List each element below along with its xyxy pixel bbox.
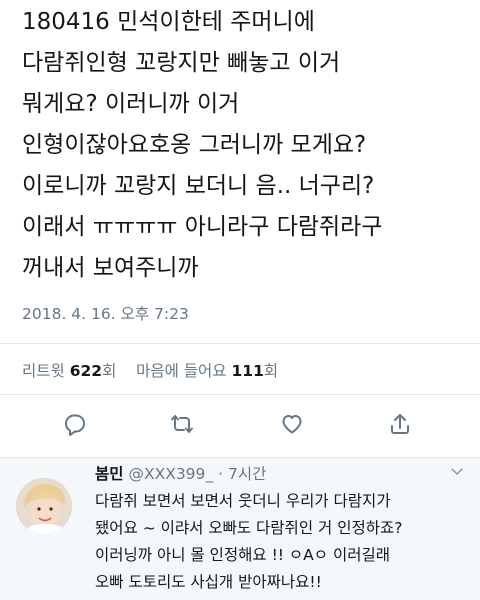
divider	[0, 394, 480, 395]
tweet-timestamp[interactable]: 2018. 4. 16. 오후 7:23	[22, 302, 189, 324]
avatar[interactable]	[16, 478, 72, 534]
like-stat[interactable]: 마음에 들어요 111회	[136, 362, 278, 380]
tweet-stats: 리트윗 622회 마음에 들어요 111회	[22, 359, 278, 381]
retweet-stat[interactable]: 리트윗 622회	[22, 362, 121, 380]
reply-line: 다람쥐 보면서 보면서 웃더니 우리가 다람지가	[95, 492, 391, 510]
tweet-line: 인형이잖아요호옹 그러니까 모게요?	[22, 132, 367, 158]
tweet-text: 180416 민석이한테 주머니에 다람쥐인형 꼬랑지만 빼놓고 이거 뭐게요?…	[22, 2, 472, 289]
heart-icon	[280, 412, 304, 440]
tweet-line: 180416 민석이한테 주머니에	[22, 9, 315, 35]
like-count: 111	[231, 362, 264, 380]
tweet-line: 뭐게요? 이러니까 이거	[22, 91, 240, 117]
like-button[interactable]	[272, 408, 312, 444]
reply-text: 다람쥐 보면서 보면서 웃더니 우리가 다람지가 됐어요 ~ 이랴서 오빠도 다…	[95, 488, 470, 596]
reply-header: 봄민 @XXX399_ · 7시간	[95, 462, 266, 484]
tweet-line: 이래서 ㅠㅠㅠㅠ 아니라구 다람쥐라구	[22, 214, 383, 240]
reply-time: · 7시간	[218, 465, 267, 483]
more-options-button[interactable]	[448, 462, 470, 482]
retweet-count: 622	[69, 362, 103, 380]
reply-author-name[interactable]: 봄민	[95, 465, 124, 483]
reply-icon	[63, 412, 87, 440]
reply-author-handle[interactable]: @XXX399_	[128, 465, 213, 483]
reply-line: 오빠 도토리도 사십개 받아짜나요!!	[95, 573, 322, 591]
retweet-label: 리트윗	[22, 362, 65, 380]
retweet-unit: 회	[102, 362, 117, 380]
reply-line: 이러닝까 아니 몰 인정해요 !! ㅇAㅇ 이러길래	[95, 546, 391, 564]
share-button[interactable]	[380, 408, 420, 444]
reply-button[interactable]	[55, 408, 95, 444]
share-icon	[388, 412, 412, 440]
reply-line: 됐어요 ~ 이랴서 오빠도 다람쥐인 거 인정하죠?	[95, 519, 403, 537]
tweet-line: 이로니까 꼬랑지 보더니 음.. 너구리?	[22, 173, 375, 199]
retweet-icon	[170, 412, 194, 440]
divider	[0, 343, 480, 344]
chevron-down-icon	[448, 465, 466, 484]
like-unit: 회	[263, 362, 279, 380]
action-bar	[0, 408, 480, 444]
tweet-line: 꺼내서 보여주니까	[22, 255, 199, 281]
retweet-button[interactable]	[162, 408, 202, 444]
tweet-line: 다람쥐인형 꼬랑지만 빼놓고 이거	[22, 50, 341, 76]
like-label: 마음에 들어요	[136, 362, 227, 380]
